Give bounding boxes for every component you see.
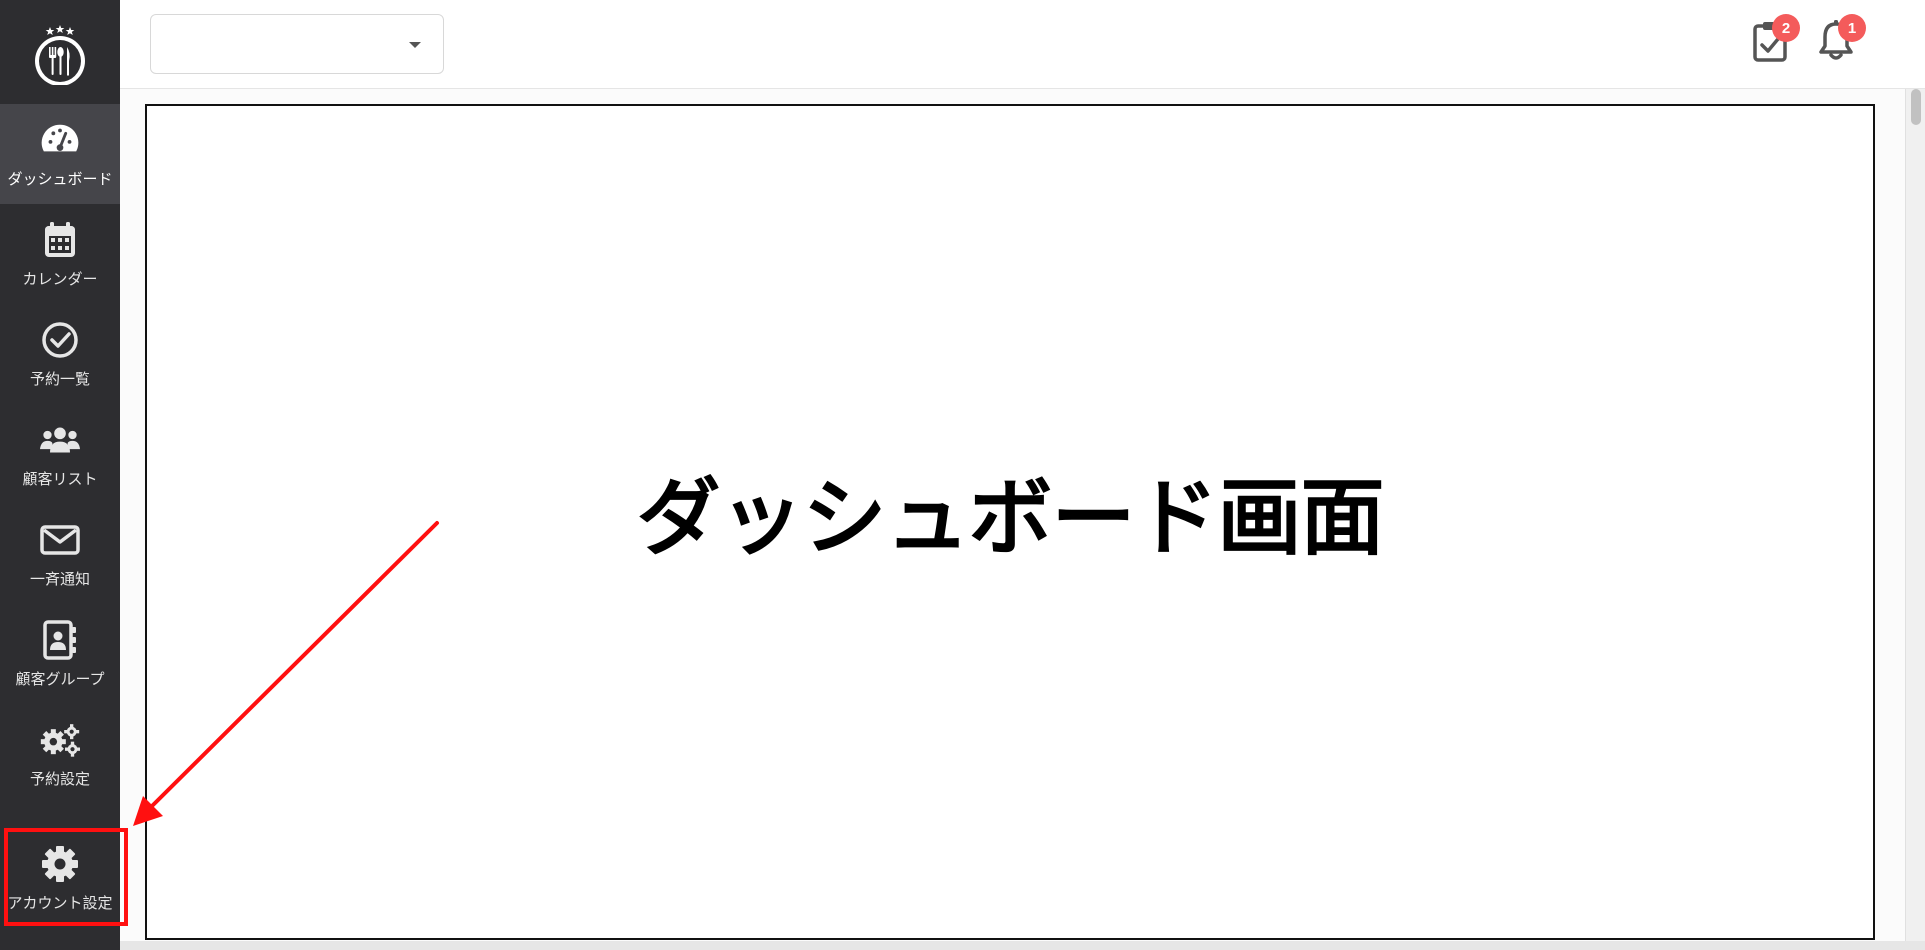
users-icon bbox=[40, 420, 80, 460]
sidebar-item-customers[interactable]: 顧客リスト bbox=[0, 404, 120, 504]
store-select[interactable] bbox=[150, 14, 444, 74]
caret-down-icon bbox=[409, 42, 421, 48]
address-book-icon bbox=[40, 619, 80, 660]
sidebar-item-label: 顧客グループ bbox=[15, 669, 105, 688]
notifications-badge: 1 bbox=[1838, 14, 1866, 42]
sidebar-item-label: 一斉通知 bbox=[29, 569, 90, 588]
sidebar-item-label: ダッシュボード bbox=[7, 169, 113, 188]
envelope-icon bbox=[40, 520, 80, 560]
scrollbar-thumb[interactable] bbox=[1911, 89, 1921, 125]
gears-icon bbox=[40, 720, 80, 760]
vertical-scrollbar[interactable] bbox=[1905, 89, 1925, 950]
top-bar: 2 1 bbox=[120, 0, 1925, 89]
gear-icon bbox=[40, 844, 80, 884]
sidebar-item-label: 予約一覧 bbox=[29, 369, 90, 388]
app-root: ダッシュボード カレンダー 予約一覧 顧客リスト 一斉通知 顧客グループ 予約設… bbox=[0, 0, 1925, 950]
logo[interactable] bbox=[0, 0, 120, 104]
dashboard-content: ダッシュボード画面 bbox=[145, 104, 1875, 940]
restaurant-logo-icon bbox=[35, 25, 85, 85]
sidebar-item-account-settings[interactable]: アカウント設定 bbox=[0, 828, 120, 928]
sidebar-item-reservations[interactable]: 予約一覧 bbox=[0, 304, 120, 404]
sidebar: ダッシュボード カレンダー 予約一覧 顧客リスト 一斉通知 顧客グループ 予約設… bbox=[0, 0, 120, 950]
sidebar-item-label: 予約設定 bbox=[29, 769, 90, 788]
sidebar-item-label: カレンダー bbox=[22, 269, 98, 288]
sidebar-item-dashboard[interactable]: ダッシュボード bbox=[0, 104, 120, 204]
calendar-icon bbox=[40, 220, 80, 260]
sidebar-item-label: 顧客リスト bbox=[22, 469, 98, 488]
tasks-button[interactable]: 2 bbox=[1750, 14, 1800, 66]
sidebar-item-label: アカウント設定 bbox=[7, 893, 113, 912]
bottom-strip bbox=[120, 941, 1925, 950]
sidebar-item-customer-groups[interactable]: 顧客グループ bbox=[0, 604, 120, 704]
tasks-badge: 2 bbox=[1772, 14, 1800, 42]
sidebar-item-broadcast[interactable]: 一斉通知 bbox=[0, 504, 120, 604]
sidebar-item-calendar[interactable]: カレンダー bbox=[0, 204, 120, 304]
page-title: ダッシュボード画面 bbox=[636, 469, 1384, 567]
notifications-button[interactable]: 1 bbox=[1816, 14, 1866, 66]
dashboard-gauge-icon bbox=[40, 120, 80, 160]
sidebar-item-reservation-settings[interactable]: 予約設定 bbox=[0, 704, 120, 804]
check-circle-icon bbox=[40, 320, 80, 360]
